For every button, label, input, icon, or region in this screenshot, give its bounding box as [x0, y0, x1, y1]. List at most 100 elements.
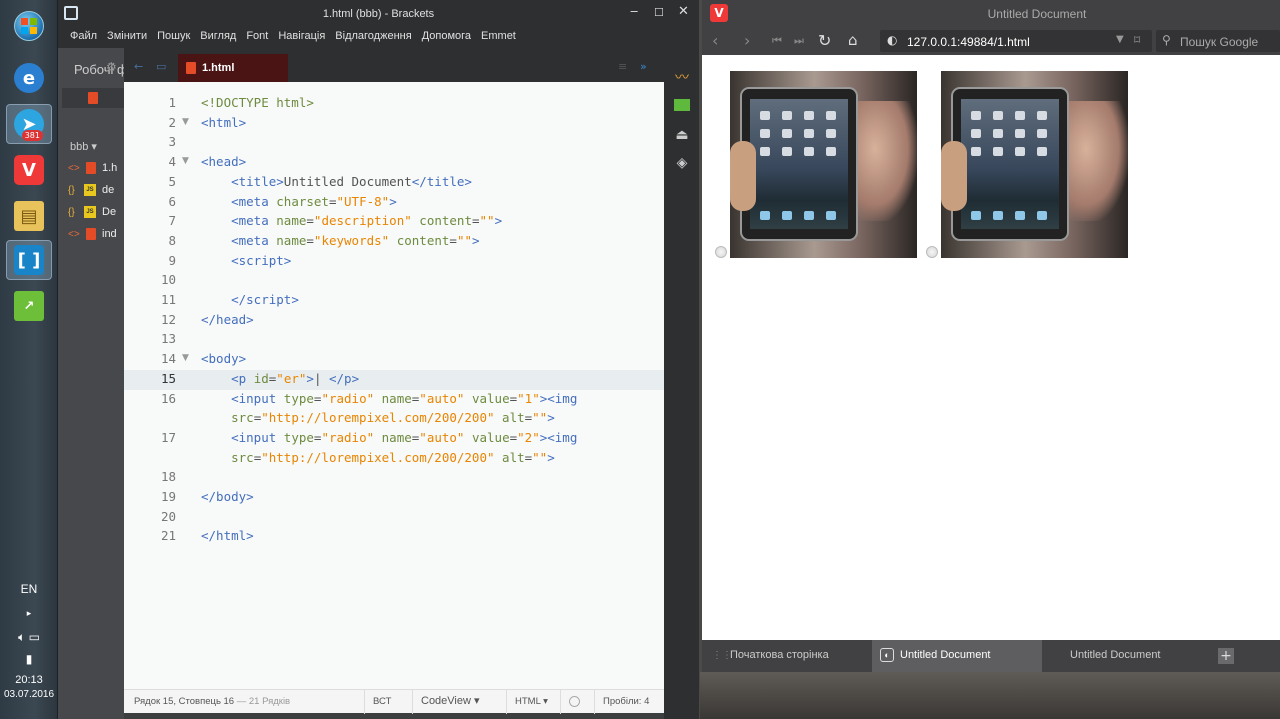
code-line[interactable]: <meta name="keywords" content="">: [201, 233, 479, 248]
split-view-icon[interactable]: ▭: [156, 60, 166, 73]
menu-debug[interactable]: Відлагодження: [335, 26, 411, 48]
menu-navigate[interactable]: Навігація: [278, 26, 325, 48]
line-number: 17: [160, 429, 176, 445]
rewind-icon[interactable]: ⏮: [772, 34, 782, 48]
code-line[interactable]: <input type="radio" name="auto" value="2…: [201, 430, 577, 445]
code-icon: <>: [68, 162, 80, 174]
line-number: 1: [168, 95, 176, 110]
app-icon: [1037, 111, 1047, 120]
battery-icon[interactable]: ▮: [0, 652, 58, 666]
menu-view[interactable]: Вигляд: [200, 26, 236, 48]
menu-file[interactable]: Файл: [70, 26, 97, 48]
tab-1html[interactable]: 1.html: [178, 54, 288, 82]
file-tree-item[interactable]: <> 1.h: [68, 158, 117, 178]
code-line[interactable]: <meta name="description" content="">: [201, 213, 502, 228]
menu-lines-icon[interactable]: ≡: [618, 60, 627, 73]
code-line[interactable]: </html>: [201, 528, 254, 543]
file-sidebar: Робочі ф ⚙ bbb ▾ <> 1.h {} JS de {} JS De <> i…: [58, 48, 124, 719]
clock-date[interactable]: 03.07.2016: [0, 689, 58, 700]
menu-find[interactable]: Пошук: [157, 26, 190, 48]
menu-emmet[interactable]: Emmet: [481, 26, 516, 48]
working-file-item[interactable]: [62, 88, 124, 108]
menu-font[interactable]: Font: [246, 26, 268, 48]
code-line[interactable]: <input type="radio" name="auto" value="1…: [201, 391, 577, 406]
radio-button-1[interactable]: [715, 246, 727, 258]
editor-tab-bar: ← ▭ 1.html ≡ »: [124, 48, 664, 82]
radio-button-2[interactable]: [926, 246, 938, 258]
code-editor[interactable]: 1 <!DOCTYPE html> 2 ▼ <html> 3 4 ▼ <head> 5 <titl…: [124, 82, 664, 689]
file-tree-item[interactable]: {} JS de: [68, 180, 114, 200]
code-line[interactable]: <meta charset="UTF-8">: [201, 194, 397, 209]
code-line[interactable]: <head>: [201, 154, 246, 169]
expand-chevron-icon[interactable]: »: [640, 60, 647, 73]
fold-arrow-icon[interactable]: ▼: [182, 353, 189, 363]
address-bar[interactable]: ◐ 127.0.0.1:49884/1.html ▼ ⌑: [880, 30, 1152, 52]
home-icon[interactable]: ⌂: [848, 31, 858, 49]
maximize-button[interactable]: ☐: [654, 6, 664, 19]
code-line[interactable]: <title>Untitled Document</title>: [201, 174, 472, 189]
app-icon: [826, 147, 836, 156]
taskbar-app-tool[interactable]: ↗: [6, 286, 52, 326]
code-line[interactable]: <script>: [201, 253, 291, 268]
forward-icon[interactable]: ›: [744, 31, 750, 50]
dock-icon: [1037, 211, 1047, 220]
code-line[interactable]: <html>: [201, 115, 246, 130]
taskbar-app-brackets[interactable]: [ ]: [6, 240, 52, 280]
insert-mode[interactable]: ВСТ: [364, 690, 401, 714]
bookmark-icon[interactable]: ⌑: [1134, 33, 1140, 47]
code-line[interactable]: <body>: [201, 351, 246, 366]
taskbar-app-vivaldi[interactable]: V: [6, 150, 52, 190]
deploy-icon[interactable]: ⏏: [672, 126, 692, 144]
fast-forward-icon[interactable]: ⏭: [794, 34, 804, 48]
back-icon[interactable]: ‹: [712, 31, 718, 50]
view-mode-dropdown[interactable]: CodeView ▾: [412, 690, 480, 714]
layers-icon[interactable]: ◈: [672, 154, 692, 172]
taskbar-app-browser[interactable]: e: [6, 58, 52, 98]
back-arrow-icon[interactable]: ←: [134, 60, 143, 73]
new-tab-button[interactable]: +: [1218, 648, 1234, 664]
navigation-bar: ‹ › ⏮ ⏭ ↻ ⌂ ◐ 127.0.0.1:49884/1.html ▼ ⌑…: [702, 28, 1280, 55]
code-line[interactable]: <p id="er">| </p>: [201, 371, 359, 386]
tab-label: Untitled Document: [900, 649, 991, 661]
site-info-icon[interactable]: ◐: [887, 33, 897, 47]
minimize-button[interactable]: ‒: [630, 4, 638, 19]
code-line[interactable]: src="http://lorempixel.com/200/200" alt=…: [201, 450, 555, 465]
fold-arrow-icon[interactable]: ▼: [182, 156, 189, 166]
taskbar-app-telegram[interactable]: ➤ 381: [6, 104, 52, 144]
clock-time[interactable]: 20:13: [0, 674, 58, 686]
code-line[interactable]: </script>: [201, 292, 299, 307]
reload-icon[interactable]: ↻: [818, 31, 831, 50]
search-placeholder: Пошук Google: [1180, 35, 1259, 49]
menu-edit[interactable]: Змінити: [107, 26, 147, 48]
close-button[interactable]: ✕: [678, 4, 689, 19]
start-button[interactable]: [6, 6, 52, 46]
fold-arrow-icon[interactable]: ▼: [182, 117, 189, 127]
tray-expand-icon[interactable]: ▸: [0, 608, 58, 619]
url-text: 127.0.0.1:49884/1.html: [907, 35, 1030, 49]
live-preview-icon[interactable]: 〰: [672, 68, 692, 86]
taskbar-app-explorer[interactable]: ▤: [6, 196, 52, 236]
app-icon: [1015, 111, 1025, 120]
volume-icon[interactable]: 🔈︎ ▭: [0, 630, 58, 645]
indent-setting[interactable]: Пробіли: 4: [594, 690, 649, 714]
js-file-icon: JS: [84, 206, 96, 218]
project-dropdown[interactable]: bbb ▾: [70, 140, 97, 153]
extension-manager-icon[interactable]: [672, 96, 692, 114]
url-dropdown-icon[interactable]: ▼: [1116, 34, 1124, 45]
menu-help[interactable]: Допомога: [422, 26, 471, 48]
tab-start-page[interactable]: ⋮⋮ Початкова сторінка: [702, 640, 872, 672]
gear-icon[interactable]: ⚙: [106, 60, 117, 74]
language-indicator[interactable]: EN: [0, 582, 58, 596]
search-field[interactable]: ⚲ Пошук Google: [1156, 30, 1280, 52]
language-dropdown[interactable]: HTML ▾: [506, 690, 548, 714]
linter-status-icon[interactable]: [560, 690, 580, 714]
file-tree-item[interactable]: <> ind: [68, 224, 117, 244]
code-line[interactable]: </body>: [201, 489, 254, 504]
code-line[interactable]: <!DOCTYPE html>: [201, 95, 314, 110]
code-line[interactable]: src="http://lorempixel.com/200/200" alt=…: [201, 410, 555, 425]
tab-untitled-document[interactable]: Untitled Document: [1042, 640, 1212, 672]
code-line[interactable]: </head>: [201, 312, 254, 327]
file-tree-item[interactable]: {} JS De: [68, 202, 116, 222]
cursor-position: Рядок 15, Стовпець 16 — 21 Рядків: [124, 690, 290, 714]
tab-untitled-document-active[interactable]: ◐ Untitled Document: [872, 640, 1042, 672]
